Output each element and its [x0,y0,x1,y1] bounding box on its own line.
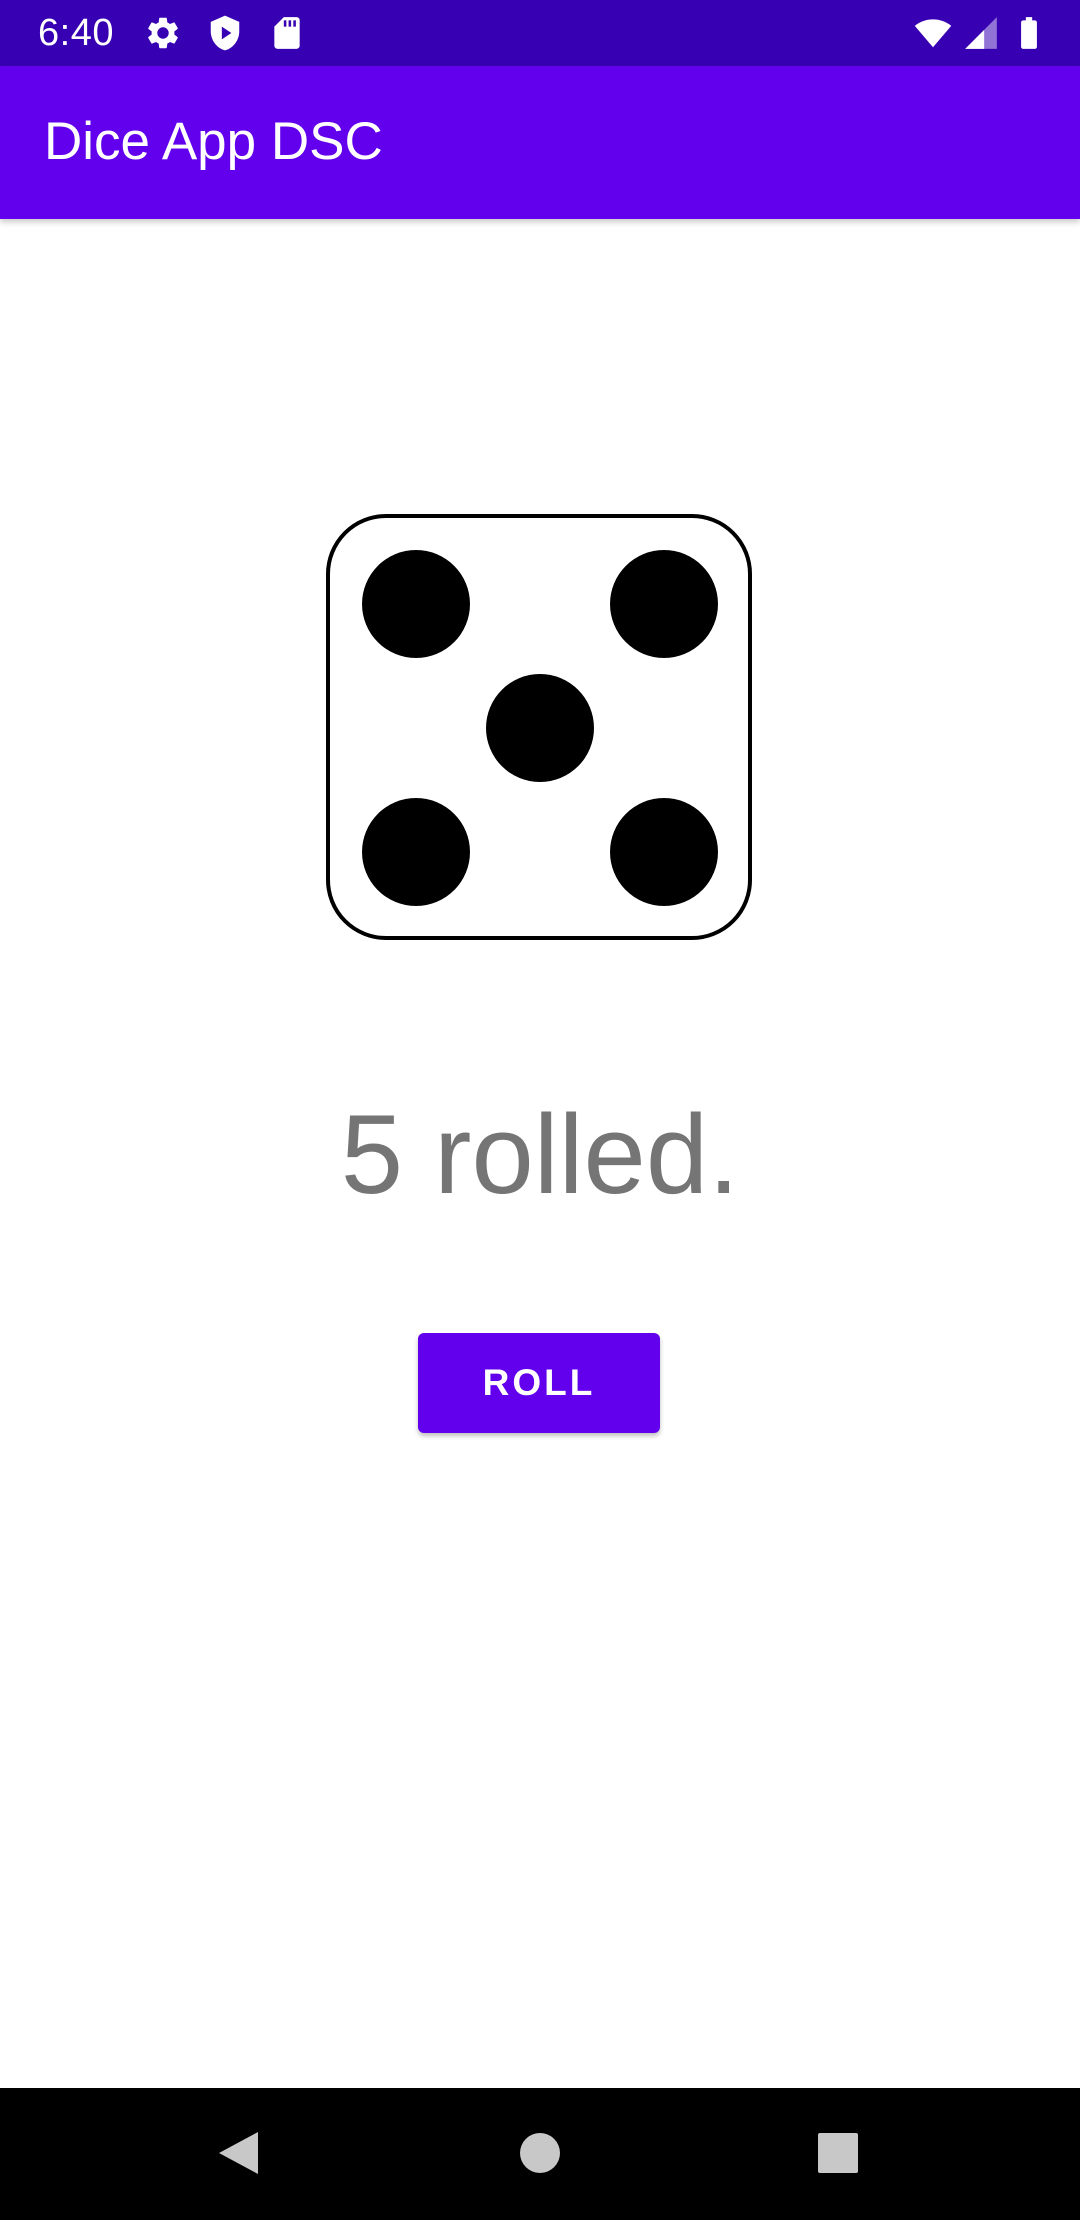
dice-image [326,514,752,940]
status-time: 6:40 [38,12,114,54]
dice-pip [610,798,718,906]
dice-pip [362,798,470,906]
dice-pip [362,550,470,658]
app-title: Dice App DSC [44,112,383,171]
recents-icon[interactable] [803,2118,873,2188]
dice-pip [486,674,594,782]
settings-icon [148,17,178,49]
wifi-icon [914,19,952,48]
sd-card-icon [274,17,300,49]
battery-icon [1021,17,1037,49]
roll-button[interactable]: ROLL [418,1333,660,1433]
dice-pip [610,550,718,658]
navigation-bar [0,2088,1080,2220]
cell-signal-icon [965,17,997,49]
back-icon[interactable] [205,2118,275,2188]
status-bar: 6:40 [0,0,1080,66]
result-text: 5 rolled. [340,1092,740,1217]
home-icon[interactable] [505,2118,575,2188]
play-protect-icon [210,15,240,51]
app-bar: Dice App DSC [0,66,1080,219]
